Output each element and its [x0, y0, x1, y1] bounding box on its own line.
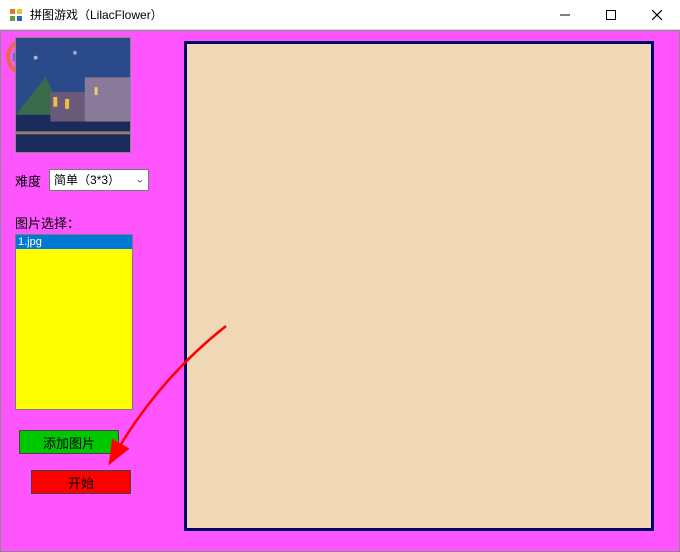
close-button[interactable]: [634, 0, 680, 29]
maximize-icon: [606, 10, 616, 20]
title-bar: 拼图游戏（LilacFlower）: [0, 0, 680, 30]
start-label: 开始: [68, 473, 94, 492]
difficulty-label: 难度: [15, 171, 41, 190]
maximize-button[interactable]: [588, 0, 634, 29]
preview-image: [15, 37, 131, 153]
start-button[interactable]: 开始: [31, 470, 131, 494]
minimize-icon: [560, 10, 570, 20]
list-item[interactable]: 1.jpg: [16, 235, 132, 249]
client-area: 河东软件园 www.pc0359.cn 难度 简单（3*3）: [0, 30, 680, 552]
side-panel: 难度 简单（3*3） ⌄ 图片选择： 1.jpg 添加图片 开始: [15, 37, 160, 494]
difficulty-select[interactable]: 简单（3*3） ⌄: [49, 169, 149, 191]
add-picture-button[interactable]: 添加图片: [19, 430, 119, 454]
close-icon: [652, 10, 662, 20]
picture-select-label: 图片选择：: [15, 213, 160, 232]
game-board: [184, 41, 654, 531]
app-icon: [8, 7, 24, 23]
add-picture-label: 添加图片: [43, 433, 95, 452]
window-controls: [542, 0, 680, 29]
window-title: 拼图游戏（LilacFlower）: [30, 6, 542, 23]
picture-listbox[interactable]: 1.jpg: [15, 234, 133, 410]
minimize-button[interactable]: [542, 0, 588, 29]
difficulty-row: 难度 简单（3*3） ⌄: [15, 169, 160, 191]
